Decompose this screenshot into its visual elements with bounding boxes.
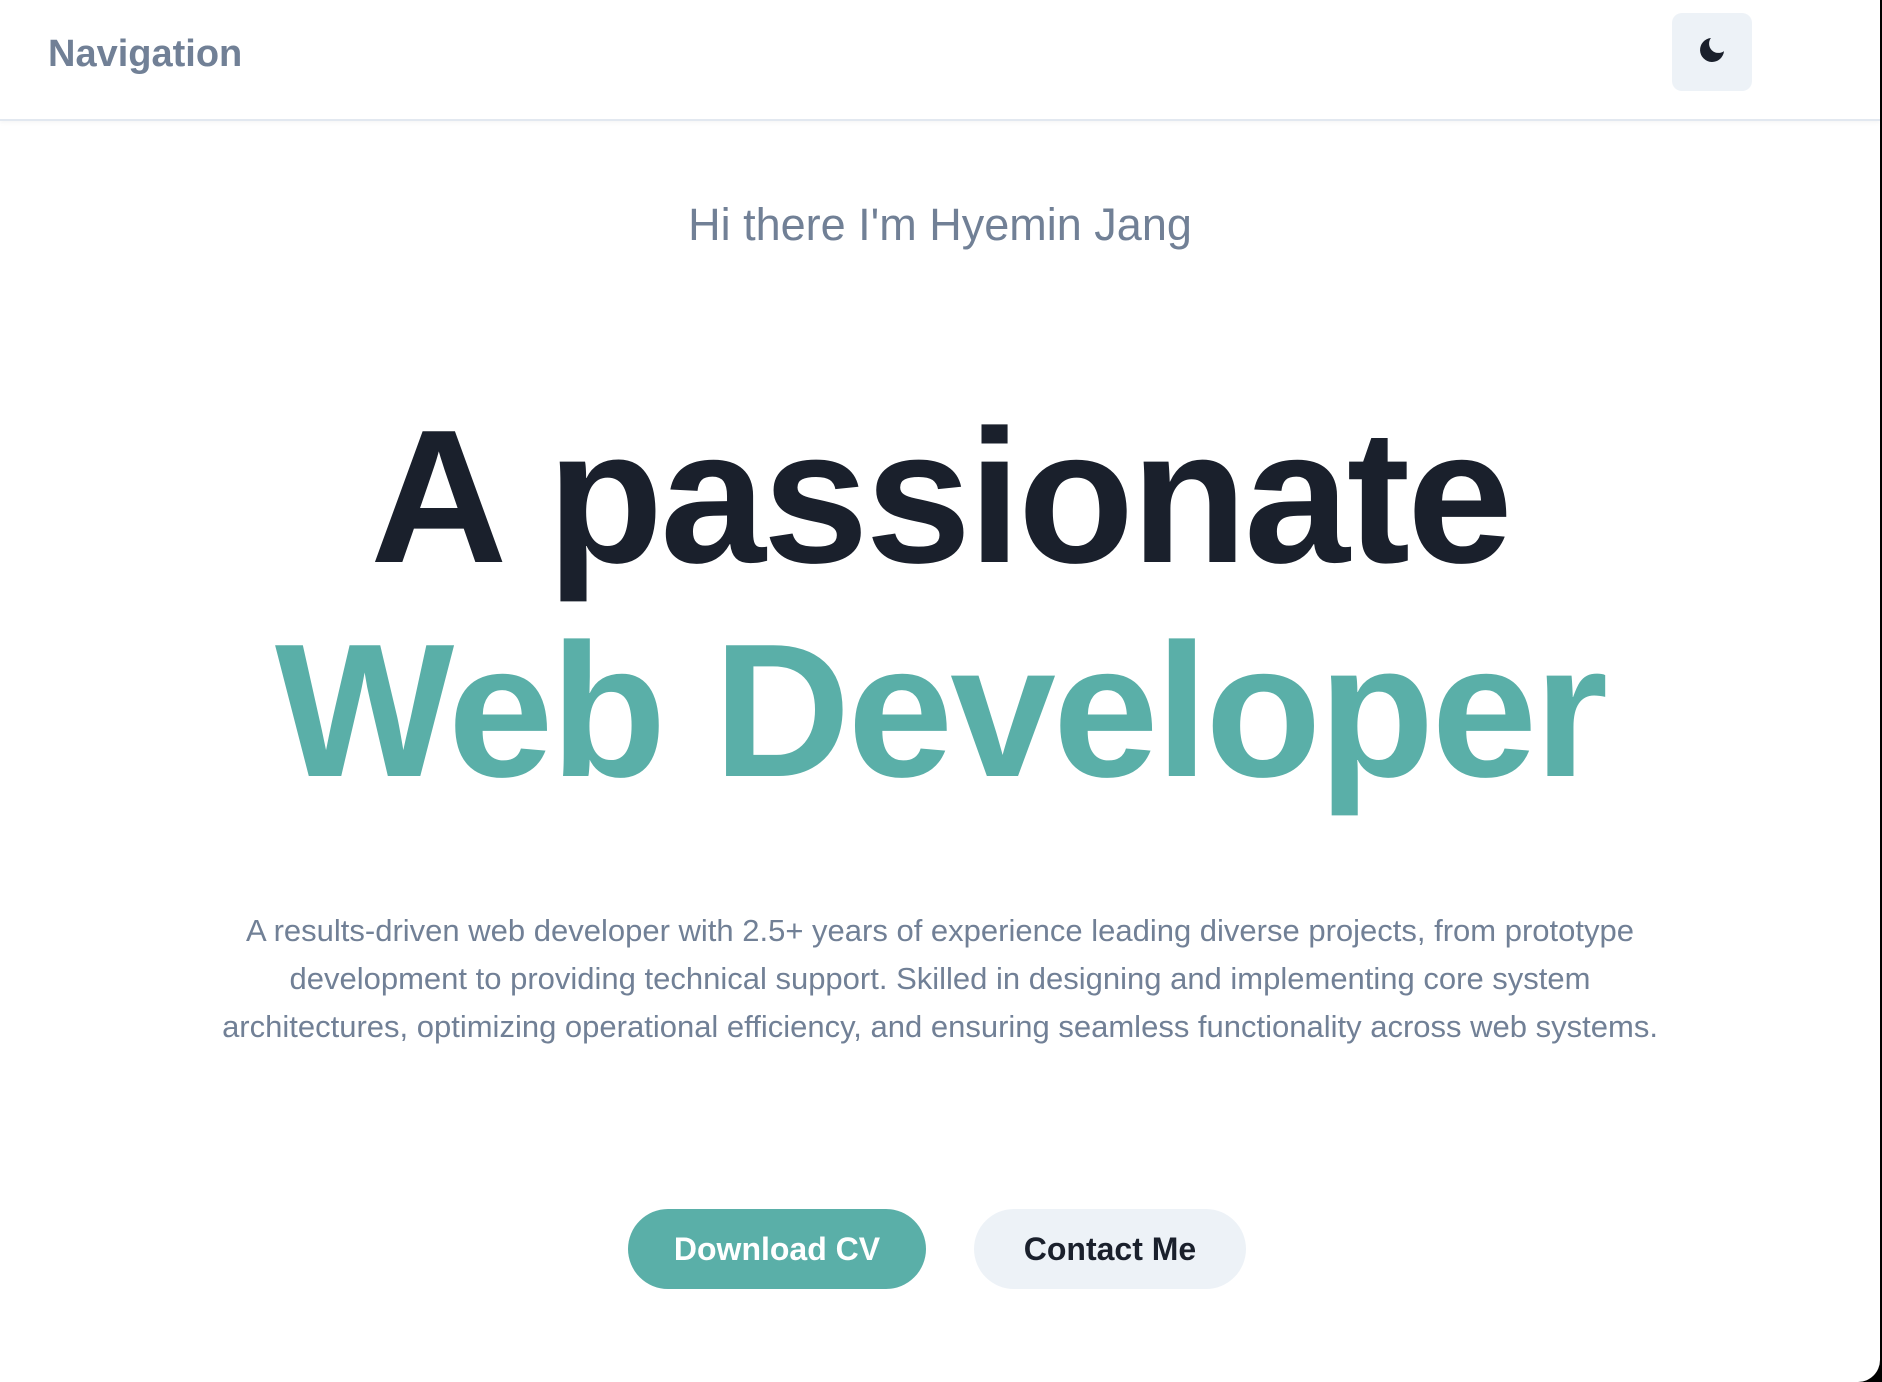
hero-description: A results-driven web developer with 2.5+… bbox=[222, 913, 1658, 1044]
download-cv-button[interactable]: Download CV bbox=[628, 1209, 926, 1289]
contact-me-button[interactable]: Contact Me bbox=[974, 1209, 1246, 1289]
hero-headline-accent: Web Developer bbox=[274, 605, 1608, 817]
nav-brand[interactable]: Navigation bbox=[48, 30, 242, 78]
hero-headline: A passionate bbox=[370, 391, 1513, 603]
hero-greeting: Hi there I'm Hyemin Jang bbox=[688, 199, 1192, 250]
hero-actions: Download CV Contact Me bbox=[0, 1209, 1880, 1289]
moon-icon bbox=[1696, 34, 1728, 71]
navbar: Navigation bbox=[0, 0, 1880, 121]
app-window: Navigation Hi there I'm Hyemin Jang A pa… bbox=[0, 0, 1880, 1382]
theme-toggle-button[interactable] bbox=[1672, 13, 1752, 91]
